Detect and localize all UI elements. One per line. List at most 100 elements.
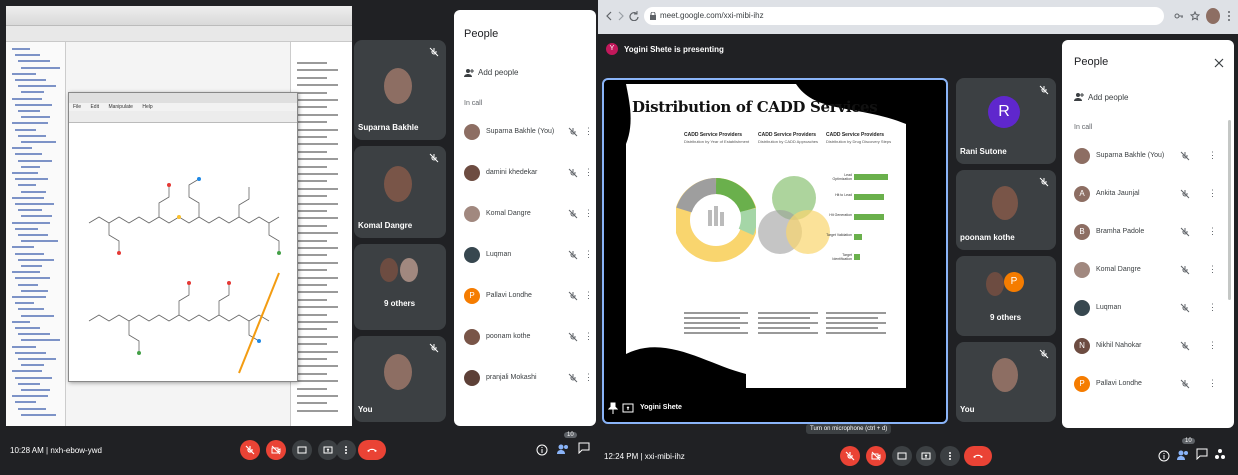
more-options-icon[interactable]: ⋮ <box>584 290 593 300</box>
captions-icon <box>297 446 307 454</box>
people-icon[interactable] <box>1176 448 1190 462</box>
mic-off-icon <box>1180 379 1190 389</box>
mic-toggle-button[interactable] <box>240 440 260 460</box>
participant-row[interactable]: damini khedekar ⋮ <box>464 165 594 185</box>
more-options-icon[interactable]: ⋮ <box>584 372 593 382</box>
bar <box>854 174 888 180</box>
close-icon[interactable] <box>1214 58 1224 68</box>
present-button[interactable] <box>318 440 338 460</box>
doc-text-line <box>297 276 338 279</box>
participant-row[interactable]: A Ankita Jaunjal ⋮ <box>1074 186 1217 206</box>
camera-toggle-button[interactable] <box>266 440 286 460</box>
participant-tile[interactable]: 9 others <box>354 244 446 330</box>
leave-call-button[interactable] <box>358 440 386 460</box>
participant-tile[interactable]: poonam kothe <box>956 170 1056 250</box>
participant-row[interactable]: N Nikhil Nahokar ⋮ <box>1074 338 1217 358</box>
more-options-button[interactable] <box>940 446 960 466</box>
tree-item <box>12 147 32 150</box>
chat-icon[interactable] <box>1196 448 1208 460</box>
presenting-text: Yogini Shete is presenting <box>624 45 724 54</box>
participant-tile[interactable]: Komal Dangre <box>354 146 446 238</box>
profile-avatar[interactable] <box>1206 8 1220 24</box>
bar-label: Target Identification <box>832 253 852 261</box>
camera-toggle-button[interactable] <box>866 446 886 466</box>
participant-row[interactable]: poonam kothe ⋮ <box>464 329 594 349</box>
people-icon[interactable] <box>556 442 570 456</box>
present-button[interactable] <box>916 446 936 466</box>
more-options-icon[interactable]: ⋮ <box>584 126 593 136</box>
self-tile[interactable]: You <box>354 336 446 422</box>
back-icon[interactable] <box>604 11 614 21</box>
more-options-icon[interactable]: ⋮ <box>584 208 593 218</box>
mic-tooltip: Turn on microphone (ctrl + d) <box>806 424 892 434</box>
more-options-icon[interactable]: ⋮ <box>1208 340 1217 350</box>
captions-button[interactable] <box>292 440 312 460</box>
activities-icon[interactable] <box>1214 448 1226 460</box>
tree-item <box>12 97 42 100</box>
key-icon[interactable] <box>1174 11 1184 21</box>
text-line <box>826 322 886 324</box>
more-options-icon[interactable]: ⋮ <box>1208 264 1217 274</box>
pin-icon[interactable] <box>608 402 618 414</box>
participant-name: Nikhil Nahokar <box>1096 342 1142 349</box>
tree-item <box>15 153 42 156</box>
participant-row[interactable]: pranjali Mokashi ⋮ <box>464 370 594 390</box>
participant-avatar <box>464 165 480 181</box>
participant-row[interactable]: Luqman ⋮ <box>464 247 594 267</box>
add-people-button[interactable]: Add people <box>478 68 518 77</box>
presenting-banner: Y Yogini Shete is presenting <box>598 34 1058 64</box>
participant-row[interactable]: P Pallavi Londhe ⋮ <box>1074 376 1217 396</box>
shared-screen: File Edit Manipulate Help <box>6 6 352 426</box>
menu-edit[interactable]: Edit <box>90 104 99 110</box>
participant-avatar <box>1074 148 1090 164</box>
more-options-icon[interactable]: ⋮ <box>1208 302 1217 312</box>
more-options-icon[interactable]: ⋮ <box>1208 226 1217 236</box>
participant-row[interactable]: Komal Dangre ⋮ <box>1074 262 1217 282</box>
leave-call-button[interactable] <box>964 446 992 466</box>
more-options-button[interactable] <box>336 440 356 460</box>
mic-toggle-button[interactable] <box>840 446 860 466</box>
captions-button[interactable] <box>892 446 912 466</box>
doc-text-line <box>297 269 327 272</box>
more-options-icon[interactable]: ⋮ <box>1208 188 1217 198</box>
participant-row[interactable]: B Bramha Padole ⋮ <box>1074 224 1217 244</box>
reload-icon[interactable] <box>629 11 639 21</box>
participant-row[interactable]: Suparna Bakhle (You) ⋮ <box>1074 148 1217 168</box>
more-options-icon[interactable]: ⋮ <box>584 249 593 259</box>
more-options-icon[interactable]: ⋮ <box>1208 150 1217 160</box>
tree-item <box>15 178 48 181</box>
more-options-icon[interactable]: ⋮ <box>584 167 593 177</box>
menu-file[interactable]: File <box>73 104 81 110</box>
menu-help[interactable]: Help <box>142 104 152 110</box>
participant-row[interactable]: Suparna Bakhle (You) ⋮ <box>464 124 594 144</box>
participant-row[interactable]: Komal Dangre ⋮ <box>464 206 594 226</box>
browser-menu-icon[interactable] <box>1226 10 1232 22</box>
chat-icon[interactable] <box>578 442 590 454</box>
scrollbar[interactable] <box>1228 120 1231 300</box>
presentation-view[interactable]: Distribution of CADD Services CADD Servi… <box>602 78 948 424</box>
address-bar[interactable]: meet.google.com/xxi-mibi-ihz <box>644 7 1164 25</box>
participant-row[interactable]: P Pallavi Londhe ⋮ <box>464 288 594 308</box>
more-options-icon[interactable]: ⋮ <box>1208 378 1217 388</box>
doc-text-line <box>297 387 327 390</box>
participant-avatar <box>464 206 480 222</box>
more-options-icon[interactable]: ⋮ <box>584 331 593 341</box>
participant-tile[interactable]: P 9 others <box>956 256 1056 336</box>
tree-item <box>21 289 48 292</box>
add-people-button[interactable]: Add people <box>1088 93 1128 102</box>
people-title: People <box>464 28 499 40</box>
menu-manipulate[interactable]: Manipulate <box>108 104 132 110</box>
doc-text-line <box>297 409 338 412</box>
participant-tile[interactable]: Suparna Bakhle <box>354 40 446 140</box>
info-icon[interactable] <box>1158 450 1170 462</box>
column-heading: CADD Service Providers <box>826 132 885 138</box>
forward-icon[interactable] <box>616 11 626 21</box>
participant-tile[interactable]: R Rani Sutone <box>956 78 1056 164</box>
participant-row[interactable]: Luqman ⋮ <box>1074 300 1217 320</box>
tree-item <box>12 196 44 199</box>
slide: Distribution of CADD Services CADD Servi… <box>626 84 906 388</box>
info-icon[interactable] <box>536 444 548 456</box>
star-icon[interactable] <box>1190 11 1200 21</box>
self-tile[interactable]: You <box>956 342 1056 422</box>
text-line <box>684 312 748 314</box>
